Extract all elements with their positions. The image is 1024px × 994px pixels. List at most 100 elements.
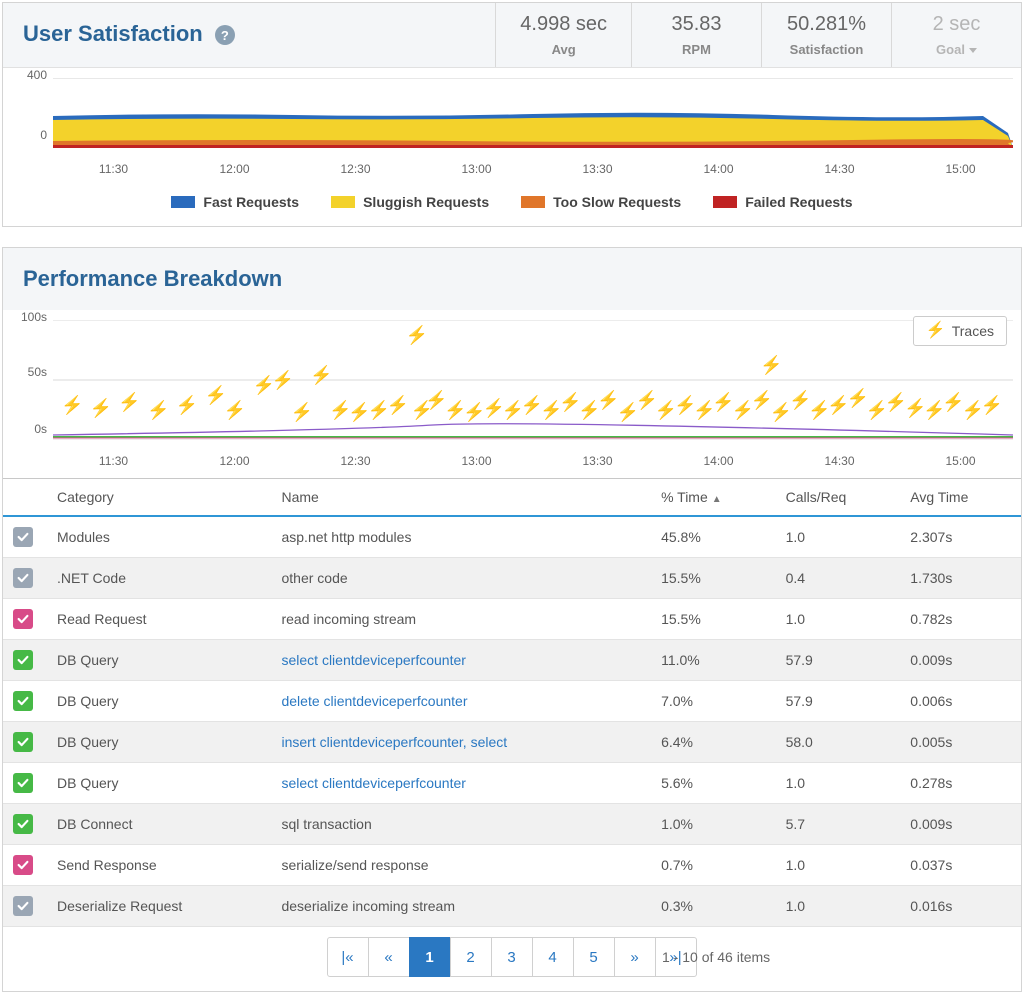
page-2[interactable]: 2	[450, 937, 492, 977]
satisfaction-legend: Fast Requests Sluggish Requests Too Slow R…	[3, 186, 1021, 226]
metric-satisfaction: 50.281%Satisfaction	[761, 3, 891, 67]
table-row[interactable]: Deserialize Requestdeserialize incoming …	[3, 886, 1021, 927]
cell-name: asp.net http modules	[271, 516, 651, 558]
cell-name: serialize/send response	[271, 845, 651, 886]
row-check-icon[interactable]	[13, 773, 33, 793]
breakdown-chart: ⚡ Traces 100s 50s 0s ⚡⚡⚡⚡⚡⚡⚡⚡⚡⚡⚡⚡⚡⚡⚡⚡⚡⚡⚡…	[3, 310, 1021, 450]
row-check-icon[interactable]	[13, 568, 33, 588]
table-row[interactable]: DB Query select clientdeviceperfcounter 11…	[3, 640, 1021, 681]
cell-pct: 5.6%	[651, 763, 776, 804]
xtick: 13:30	[537, 454, 658, 468]
page-next[interactable]: »	[614, 937, 656, 977]
cell-avg: 0.006s	[900, 681, 1021, 722]
page-first[interactable]: |«	[327, 937, 369, 977]
cell-avg: 2.307s	[900, 516, 1021, 558]
cell-category: Modules	[47, 516, 271, 558]
table-row[interactable]: DB Queryinsert clientdeviceperfcounter, …	[3, 722, 1021, 763]
row-check-icon[interactable]	[13, 896, 33, 916]
satisfaction-header: User Satisfaction ? 4.998 secAvg35.83RPM…	[3, 3, 1021, 68]
ytick: 0s	[13, 422, 47, 436]
xtick: 11:30	[53, 454, 174, 468]
xtick: 15:00	[900, 162, 1021, 176]
xtick: 14:30	[779, 454, 900, 468]
cell-calls: 1.0	[776, 845, 901, 886]
page-1[interactable]: 1	[409, 937, 451, 977]
xtick: 15:00	[900, 454, 1021, 468]
xtick: 13:00	[416, 162, 537, 176]
query-link[interactable]: insert clientdeviceperfcounter, select	[281, 734, 507, 750]
cell-pct: 6.4%	[651, 722, 776, 763]
query-link[interactable]: delete clientdeviceperfcounter	[281, 693, 467, 709]
table-row[interactable]: DB Query select clientdeviceperfcounter 5.…	[3, 763, 1021, 804]
legend-item[interactable]: Too Slow Requests	[521, 194, 681, 210]
cell-category: Read Request	[47, 599, 271, 640]
cell-pct: 1.0%	[651, 804, 776, 845]
page-4[interactable]: 4	[532, 937, 574, 977]
query-link[interactable]: select clientdeviceperfcounter	[281, 652, 465, 668]
metric-label: Goal	[916, 42, 997, 57]
row-check-icon[interactable]	[13, 814, 33, 834]
cell-calls: 57.9	[776, 640, 901, 681]
table-row[interactable]: .NET Codeother code15.5%0.41.730s	[3, 558, 1021, 599]
legend-item[interactable]: Sluggish Requests	[331, 194, 489, 210]
query-link[interactable]: select clientdeviceperfcounter	[281, 775, 465, 791]
row-check-icon[interactable]	[13, 609, 33, 629]
cell-calls: 0.4	[776, 558, 901, 599]
legend-swatch	[331, 196, 355, 208]
satisfaction-chart: 400 0	[3, 68, 1021, 158]
cell-avg: 0.009s	[900, 804, 1021, 845]
row-check-icon[interactable]	[13, 691, 33, 711]
col-pct-time[interactable]: % Time▲	[651, 479, 776, 517]
cell-category: DB Connect	[47, 804, 271, 845]
cell-avg: 1.730s	[900, 558, 1021, 599]
cell-category: DB Query	[47, 681, 271, 722]
col-avg-time[interactable]: Avg Time	[900, 479, 1021, 517]
cell-avg: 0.009s	[900, 640, 1021, 681]
row-check-icon[interactable]	[13, 527, 33, 547]
breakdown-title: Performance Breakdown	[23, 266, 1001, 292]
row-check-icon[interactable]	[13, 855, 33, 875]
legend-label: Too Slow Requests	[553, 194, 681, 210]
cell-name: other code	[271, 558, 651, 599]
pagination-info: 1 - 10 of 46 items	[662, 949, 770, 965]
cell-pct: 11.0%	[651, 640, 776, 681]
traces-button[interactable]: ⚡ Traces	[913, 316, 1007, 346]
legend-item[interactable]: Fast Requests	[171, 194, 299, 210]
cell-category: DB Query	[47, 763, 271, 804]
legend-label: Fast Requests	[203, 194, 299, 210]
cell-name: select clientdeviceperfcounter	[271, 640, 651, 681]
cell-name: insert clientdeviceperfcounter, select	[271, 722, 651, 763]
help-icon[interactable]: ?	[215, 25, 235, 45]
row-check-icon[interactable]	[13, 650, 33, 670]
page-3[interactable]: 3	[491, 937, 533, 977]
cell-name: read incoming stream	[271, 599, 651, 640]
table-row[interactable]: Send Responseserialize/send response0.7%…	[3, 845, 1021, 886]
col-name[interactable]: Name	[271, 479, 651, 517]
ytick: 0	[13, 128, 47, 142]
cell-pct: 7.0%	[651, 681, 776, 722]
page-5[interactable]: 5	[573, 937, 615, 977]
metric-goal[interactable]: 2 secGoal	[891, 3, 1021, 67]
cell-name: sql transaction	[271, 804, 651, 845]
page-prev[interactable]: «	[368, 937, 410, 977]
row-check-icon[interactable]	[13, 732, 33, 752]
chevron-down-icon	[969, 48, 977, 53]
table-row[interactable]: Read Requestread incoming stream15.5%1.0…	[3, 599, 1021, 640]
col-category[interactable]: Category	[47, 479, 271, 517]
cell-avg: 0.782s	[900, 599, 1021, 640]
metric-label: RPM	[656, 42, 737, 57]
table-row[interactable]: DB Connectsql transaction1.0%5.70.009s	[3, 804, 1021, 845]
breakdown-xaxis: 11:3012:0012:3013:0013:3014:0014:3015:00	[3, 450, 1021, 478]
table-row[interactable]: DB Query delete clientdeviceperfcounter 7.…	[3, 681, 1021, 722]
lightning-icon: ⚡	[926, 323, 946, 339]
cell-pct: 0.3%	[651, 886, 776, 927]
performance-breakdown-panel: Performance Breakdown ⚡ Traces 100s 50s …	[2, 247, 1022, 992]
legend-label: Failed Requests	[745, 194, 852, 210]
table-row[interactable]: Modulesasp.net http modules45.8%1.02.307…	[3, 516, 1021, 558]
col-calls-req[interactable]: Calls/Req	[776, 479, 901, 517]
legend-item[interactable]: Failed Requests	[713, 194, 852, 210]
cell-avg: 0.005s	[900, 722, 1021, 763]
xtick: 12:30	[295, 162, 416, 176]
ytick: 400	[13, 68, 47, 82]
cell-category: DB Query	[47, 640, 271, 681]
